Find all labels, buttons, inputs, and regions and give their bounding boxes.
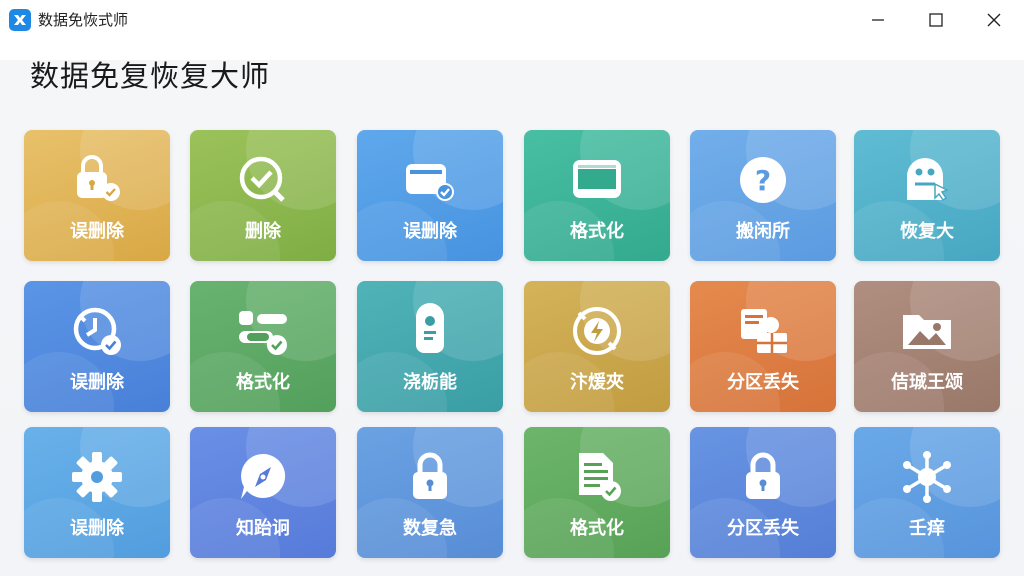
window-title: 数据免恢式师 [38,11,129,29]
feature-tile[interactable]: 数复急 [357,427,503,558]
feature-tile[interactable]: 分区丢失 [690,281,836,412]
feature-tile[interactable]: 误删除 [24,281,170,412]
padlock-icon [402,449,458,505]
document-check-icon [569,449,625,505]
image-folder-icon [899,303,955,359]
lightning-disc-icon [569,303,625,359]
title-bar: 数据免恢式师 [0,0,1024,40]
tile-label: 误删除 [70,221,124,242]
maximize-icon [929,13,943,27]
tile-label: 壬痒 [909,518,945,539]
close-icon [987,13,1001,27]
tile-label: 知跆诇 [236,518,290,539]
tile-label: 误删除 [70,372,124,393]
feature-tile[interactable]: 误删除 [24,427,170,558]
question-icon: ? [735,152,791,208]
user-cursor-icon [899,152,955,208]
feature-tile[interactable]: 误删除 [24,130,170,261]
tile-label: 格式化 [570,518,624,539]
feature-tile[interactable]: 恢复大 [854,130,1000,261]
feature-tile[interactable]: 汴煖夾 [524,281,670,412]
tile-label: 误删除 [403,221,457,242]
feature-tile[interactable]: 格式化 [524,427,670,558]
minimize-icon [872,19,884,21]
lock-check-icon [69,152,125,208]
compass-icon [235,449,291,505]
svg-text:?: ? [755,164,771,197]
tile-label: 格式化 [236,372,290,393]
app-window: 数据免恢式师 数据免复恢复大师 误删除 删除 误删除 格式化 ? 搬闲所 恢复大… [0,0,1024,576]
app-logo-icon [9,9,31,31]
feature-tile[interactable]: 浇栃能 [357,281,503,412]
feature-tile[interactable]: 格式化 [524,130,670,261]
partition-icon [735,303,791,359]
minimize-button[interactable] [849,0,907,40]
feature-tile[interactable]: 知跆诇 [190,427,336,558]
close-button[interactable] [965,0,1023,40]
tile-label: 佶珹王颂 [891,372,963,393]
padlock-icon [735,449,791,505]
drive-icon [569,152,625,208]
tile-label: 分区丢失 [727,518,799,539]
feature-tile[interactable]: 误删除 [357,130,503,261]
page-title: 数据免复恢复大师 [30,59,271,93]
feature-tile[interactable]: 格式化 [190,281,336,412]
maximize-button[interactable] [907,0,965,40]
feature-tile[interactable]: 佶珹王颂 [854,281,1000,412]
clock-check-icon [69,303,125,359]
tile-label: 误删除 [70,518,124,539]
feature-tile[interactable]: 删除 [190,130,336,261]
gear-icon [69,449,125,505]
folder-check-icon [402,152,458,208]
feature-tile[interactable]: 分区丢失 [690,427,836,558]
tile-label: 分区丢失 [727,372,799,393]
tile-label: 格式化 [570,221,624,242]
tile-label: 删除 [245,221,281,242]
tile-label: 恢复大 [900,221,954,242]
toggle-check-icon [235,303,291,359]
tile-label: 搬闲所 [736,221,790,242]
feature-tile[interactable]: ? 搬闲所 [690,130,836,261]
tile-label: 数复急 [403,518,457,539]
search-check-icon [235,152,291,208]
tile-label: 汴煖夾 [570,372,624,393]
usb-drive-icon [402,303,458,359]
tile-label: 浇栃能 [403,372,457,393]
feature-tile[interactable]: 壬痒 [854,427,1000,558]
network-icon [899,449,955,505]
